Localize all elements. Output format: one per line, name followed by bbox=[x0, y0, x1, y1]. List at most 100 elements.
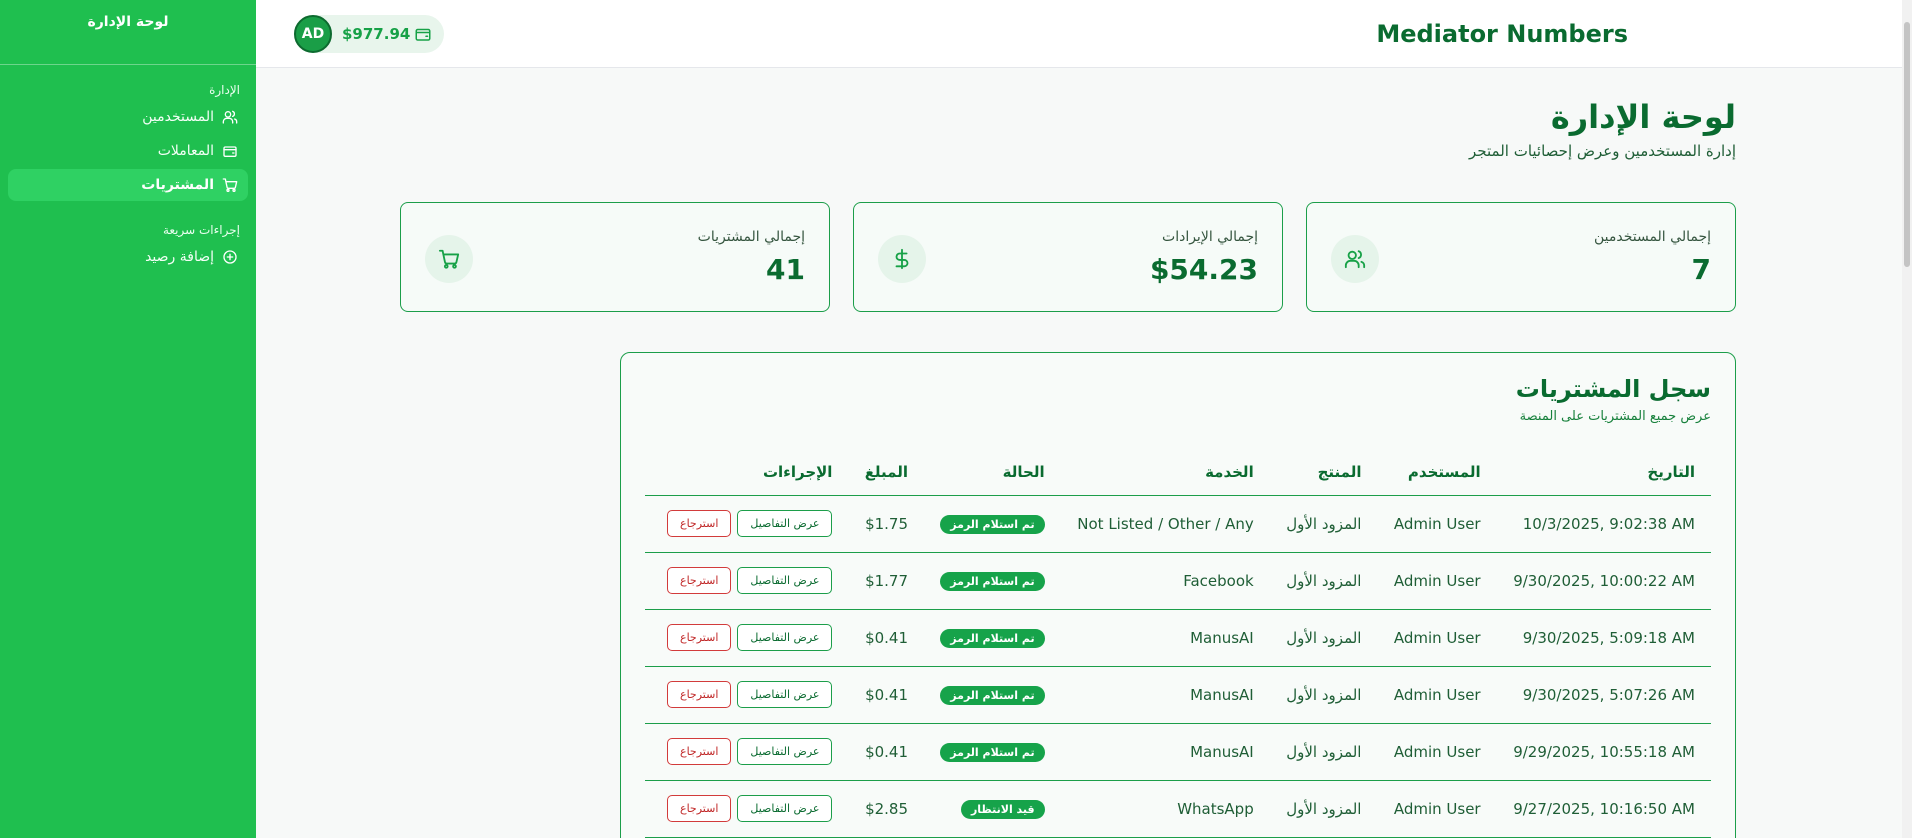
col-header-service: الخدمة bbox=[1060, 449, 1270, 496]
sidebar-item-label: إضافة رصيد bbox=[145, 249, 214, 265]
cell-date: 9/27/2025, 10:16:50 AM bbox=[1496, 780, 1711, 838]
cell-amount: $1.77 bbox=[848, 552, 925, 610]
cell-product: المزود الأول bbox=[1269, 495, 1378, 553]
wallet-icon bbox=[223, 146, 237, 157]
sidebar-item-purchases[interactable]: المشتريات bbox=[8, 169, 248, 201]
stat-card-revenue: إجمالي الإيرادات $54.23 bbox=[853, 202, 1283, 312]
table-row: 9/30/2025, 5:09:18 AM Admin User المزود … bbox=[645, 609, 1711, 667]
table-row: 9/29/2025, 10:55:18 AM Admin User المزود… bbox=[645, 723, 1711, 781]
sidebar-item-users[interactable]: المستخدمين bbox=[8, 101, 248, 133]
sidebar-item-transactions[interactable]: المعاملات bbox=[8, 135, 248, 167]
purchases-card: سجل المشتريات عرض جميع المشتريات على الم… bbox=[620, 352, 1736, 838]
cell-status: تم استلام الرمز bbox=[924, 609, 1061, 667]
wallet-icon bbox=[415, 28, 431, 41]
stat-label: إجمالي المشتريات bbox=[697, 229, 805, 245]
sidebar-item-label: المستخدمين bbox=[142, 109, 214, 125]
plus-circle-icon bbox=[223, 250, 237, 264]
cell-actions: عرض التفاصيلاسترجاع bbox=[645, 609, 849, 667]
table-header-row: التاريخ المستخدم المنتج الخدمة الحالة ال… bbox=[645, 449, 1711, 496]
status-badge: تم استلام الرمز bbox=[940, 571, 1045, 591]
sidebar-item-label: المعاملات bbox=[157, 143, 214, 159]
view-details-button[interactable]: عرض التفاصيل bbox=[737, 681, 833, 708]
cell-service: ManusAI bbox=[1060, 666, 1270, 724]
sidebar-item-label: المشتريات bbox=[141, 177, 214, 193]
stat-value: $54.23 bbox=[1149, 253, 1258, 286]
cell-date: 9/29/2025, 10:55:18 AM bbox=[1496, 723, 1711, 781]
col-header-status: الحالة bbox=[924, 449, 1061, 496]
stat-label: إجمالي الإيرادات bbox=[1162, 229, 1258, 245]
refund-button[interactable]: استرجاع bbox=[667, 681, 732, 708]
col-header-date: التاريخ bbox=[1496, 449, 1711, 496]
sidebar: لوحة الإدارة الإدارة المستخدمين المعاملا… bbox=[0, 0, 256, 838]
cell-user: Admin User bbox=[1377, 552, 1497, 610]
users-icon bbox=[1331, 235, 1379, 283]
view-details-button[interactable]: عرض التفاصيل bbox=[737, 567, 833, 594]
cell-date: 9/30/2025, 5:07:26 AM bbox=[1496, 666, 1711, 724]
cell-product: المزود الأول bbox=[1269, 609, 1378, 667]
refund-button[interactable]: استرجاع bbox=[667, 567, 732, 594]
cell-actions: عرض التفاصيلاسترجاع bbox=[645, 723, 849, 781]
refund-button[interactable]: استرجاع bbox=[667, 624, 732, 651]
sidebar-section-quick-actions: إجراءات سريعة bbox=[162, 223, 240, 237]
status-badge: تم استلام الرمز bbox=[940, 742, 1045, 762]
cell-status: تم استلام الرمز bbox=[924, 666, 1061, 724]
sidebar-section-admin: الإدارة bbox=[209, 83, 240, 97]
wallet-balance-pill[interactable]: AD $977.94 bbox=[294, 15, 445, 53]
page-scrollbar[interactable] bbox=[1902, 0, 1912, 838]
sidebar-item-add-balance[interactable]: إضافة رصيد bbox=[8, 241, 248, 273]
purchases-title: سجل المشتريات bbox=[1515, 375, 1711, 403]
brand-title: Mediator Numbers bbox=[1376, 20, 1628, 48]
top-header: AD $977.94 Mediator Numbers bbox=[256, 0, 1912, 68]
cell-status: تم استلام الرمز bbox=[924, 723, 1061, 781]
table-row: 10/3/2025, 9:02:38 AM Admin User المزود … bbox=[645, 495, 1711, 553]
cell-date: 9/30/2025, 5:09:18 AM bbox=[1496, 609, 1711, 667]
sidebar-title: لوحة الإدارة bbox=[87, 14, 169, 30]
view-details-button[interactable]: عرض التفاصيل bbox=[737, 738, 833, 765]
refund-button[interactable]: استرجاع bbox=[667, 738, 732, 765]
balance-amount: $977.94 bbox=[342, 25, 411, 43]
cell-date: 10/3/2025, 9:02:38 AM bbox=[1496, 495, 1711, 553]
col-header-product: المنتج bbox=[1269, 449, 1378, 496]
avatar[interactable]: AD bbox=[294, 15, 332, 53]
purchases-subtitle: عرض جميع المشتريات على المنصة bbox=[1519, 409, 1711, 424]
cell-status: تم استلام الرمز bbox=[924, 495, 1061, 553]
main-content: لوحة الإدارة إدارة المستخدمين وعرض إحصائ… bbox=[256, 68, 1902, 838]
cell-date: 9/30/2025, 10:00:22 AM bbox=[1496, 552, 1711, 610]
cell-status: تم استلام الرمز bbox=[924, 552, 1061, 610]
cell-actions: عرض التفاصيلاسترجاع bbox=[645, 495, 849, 553]
status-badge: تم استلام الرمز bbox=[940, 628, 1045, 648]
cell-user: Admin User bbox=[1377, 609, 1497, 667]
cell-user: Admin User bbox=[1377, 780, 1497, 838]
cell-service: ManusAI bbox=[1060, 723, 1270, 781]
scrollbar-thumb[interactable] bbox=[1904, 22, 1910, 267]
cell-actions: عرض التفاصيلاسترجاع bbox=[645, 780, 849, 838]
cell-product: المزود الأول bbox=[1269, 552, 1378, 610]
cell-actions: عرض التفاصيلاسترجاع bbox=[645, 552, 849, 610]
cell-product: المزود الأول bbox=[1269, 723, 1378, 781]
status-badge: قيد الانتظار bbox=[960, 799, 1045, 819]
cell-user: Admin User bbox=[1377, 723, 1497, 781]
purchases-table: التاريخ المستخدم المنتج الخدمة الحالة ال… bbox=[645, 449, 1711, 838]
cell-amount: $0.41 bbox=[848, 666, 925, 724]
refund-button[interactable]: استرجاع bbox=[667, 510, 732, 537]
cart-icon bbox=[222, 178, 238, 192]
view-details-button[interactable]: عرض التفاصيل bbox=[737, 795, 833, 822]
cell-amount: $0.41 bbox=[848, 609, 925, 667]
cell-service: WhatsApp bbox=[1060, 780, 1270, 838]
cell-product: المزود الأول bbox=[1269, 780, 1378, 838]
status-badge: تم استلام الرمز bbox=[940, 514, 1045, 534]
stat-value: 41 bbox=[766, 253, 805, 286]
cell-service: Facebook bbox=[1060, 552, 1270, 610]
cell-service: Not Listed / Other / Any bbox=[1060, 495, 1270, 553]
page-subtitle: إدارة المستخدمين وعرض إحصائيات المتجر bbox=[1469, 142, 1736, 160]
stat-card-purchases: إجمالي المشتريات 41 bbox=[400, 202, 830, 312]
table-row: 9/27/2025, 10:16:50 AM Admin User المزود… bbox=[645, 780, 1711, 838]
cell-user: Admin User bbox=[1377, 666, 1497, 724]
cell-service: ManusAI bbox=[1060, 609, 1270, 667]
sidebar-header: لوحة الإدارة bbox=[0, 0, 256, 65]
view-details-button[interactable]: عرض التفاصيل bbox=[737, 624, 833, 651]
view-details-button[interactable]: عرض التفاصيل bbox=[737, 510, 833, 537]
cell-user: Admin User bbox=[1377, 495, 1497, 553]
cell-product: المزود الأول bbox=[1269, 666, 1378, 724]
refund-button[interactable]: استرجاع bbox=[667, 795, 732, 822]
